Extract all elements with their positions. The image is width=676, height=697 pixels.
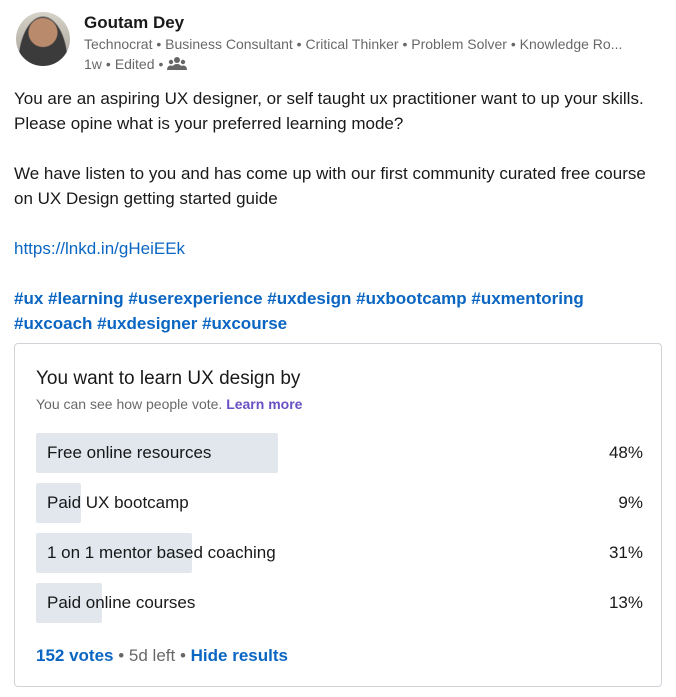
- post-header: Goutam Dey Technocrat • Business Consult…: [16, 12, 662, 72]
- hide-results-link[interactable]: Hide results: [191, 646, 288, 665]
- poll-option[interactable]: Free online resources 48%: [36, 433, 644, 473]
- author-name[interactable]: Goutam Dey: [84, 12, 662, 34]
- hashtag[interactable]: #uxmentoring: [471, 289, 583, 308]
- post-time: 1w: [84, 56, 102, 72]
- footer-separator: •: [179, 646, 186, 665]
- votes-count-link[interactable]: 152 votes: [36, 646, 114, 665]
- meta-separator: •: [105, 56, 111, 72]
- hashtag[interactable]: #uxbootcamp: [356, 289, 467, 308]
- poll-option[interactable]: Paid UX bootcamp 9%: [36, 483, 644, 523]
- hashtag[interactable]: #uxcourse: [202, 314, 287, 333]
- post-paragraph: We have listen to you and has come up wi…: [14, 164, 646, 208]
- poll-option-percent: 31%: [608, 543, 643, 562]
- post-paragraph: You are an aspiring UX designer, or self…: [14, 89, 644, 133]
- hashtag[interactable]: #userexperience: [128, 289, 262, 308]
- poll-option-label: Paid UX bootcamp: [47, 493, 189, 512]
- time-left: 5d left: [128, 646, 176, 665]
- author-avatar[interactable]: [16, 12, 70, 66]
- hashtag[interactable]: #uxcoach: [14, 314, 92, 333]
- poll-option-label: 1 on 1 mentor based coaching: [47, 543, 276, 562]
- poll-footer: 152 votes • 5d left • Hide results: [36, 646, 288, 666]
- meta-separator: •: [158, 56, 164, 72]
- hashtag-list: #ux #learning #userexperience #uxdesign …: [14, 286, 654, 336]
- author-meta: Goutam Dey Technocrat • Business Consult…: [84, 12, 662, 74]
- poll-card: You want to learn UX design by You can s…: [14, 343, 662, 687]
- post-meta: 1w • Edited •: [84, 54, 662, 74]
- hashtag[interactable]: #ux: [14, 289, 43, 308]
- author-headline: Technocrat • Business Consultant • Criti…: [84, 36, 623, 52]
- poll-option-label: Free online resources: [47, 443, 212, 462]
- poll-note-text: You can see how people vote.: [36, 396, 223, 412]
- connections-icon: [167, 56, 188, 72]
- footer-separator: •: [118, 646, 125, 665]
- poll-question: You want to learn UX design by: [36, 368, 301, 389]
- poll-option-percent: 13%: [608, 593, 643, 612]
- hashtag[interactable]: #uxdesigner: [97, 314, 197, 333]
- poll-option[interactable]: Paid online courses 13%: [36, 583, 644, 623]
- poll-option-label: Paid online courses: [47, 593, 196, 612]
- post-body: You are an aspiring UX designer, or self…: [14, 86, 654, 336]
- post-link[interactable]: https://lnkd.in/gHeiEEk: [14, 239, 185, 258]
- poll-option[interactable]: 1 on 1 mentor based coaching 31%: [36, 533, 644, 573]
- poll-note: You can see how people vote. Learn more: [36, 396, 302, 412]
- hashtag[interactable]: #learning: [48, 289, 124, 308]
- hashtag[interactable]: #uxdesign: [267, 289, 351, 308]
- poll-option-percent: 48%: [608, 443, 643, 462]
- poll-option-percent: 9%: [618, 493, 643, 512]
- learn-more-link[interactable]: Learn more: [226, 396, 302, 412]
- edited-label: Edited: [114, 56, 155, 72]
